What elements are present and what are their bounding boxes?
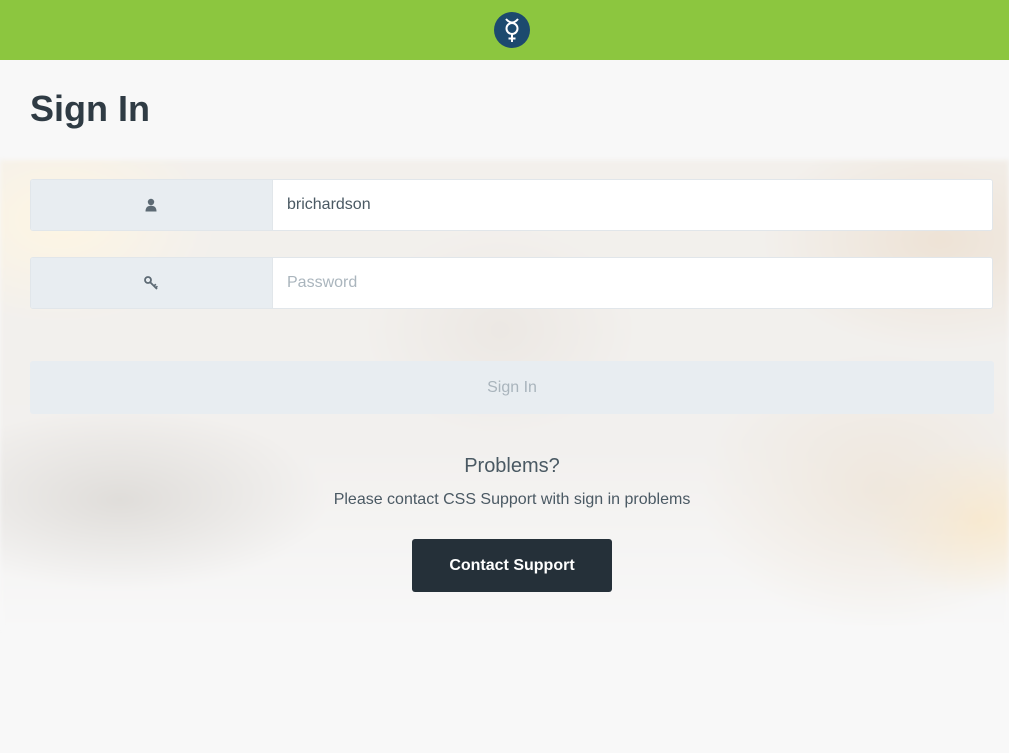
page-title: Sign In <box>30 88 150 129</box>
password-input[interactable] <box>274 258 992 308</box>
sign-in-button[interactable]: Sign In <box>30 361 994 414</box>
title-area: Sign In <box>0 60 1009 160</box>
problems-message: Please contact CSS Support with sign in … <box>333 491 691 508</box>
password-field-group <box>30 257 993 309</box>
contact-support-button[interactable]: Contact Support <box>412 539 612 592</box>
username-input[interactable] <box>274 180 992 230</box>
mercury-symbol-icon[interactable] <box>494 12 530 48</box>
top-bar <box>0 0 1009 60</box>
username-field-group <box>30 179 993 231</box>
user-icon <box>145 198 157 212</box>
password-addon <box>31 258 273 308</box>
problems-heading: Problems? <box>464 455 560 477</box>
username-addon <box>31 180 273 230</box>
key-icon <box>144 276 158 290</box>
